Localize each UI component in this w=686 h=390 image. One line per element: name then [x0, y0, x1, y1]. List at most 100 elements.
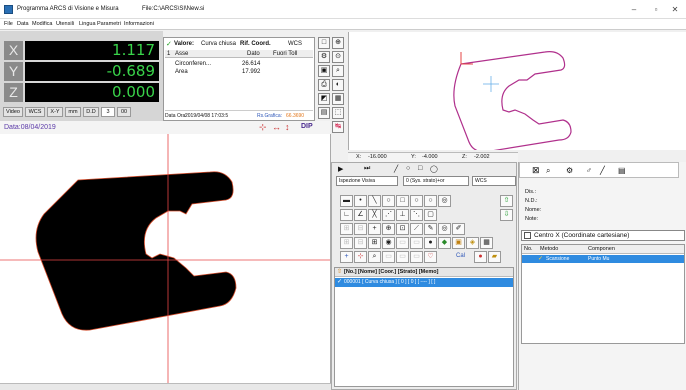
table-row[interactable]: ✓ 000001 [ Curva chiusa ] [ 0 ] [ 0 ] [ …: [335, 278, 513, 287]
step-icon[interactable]: ⏭: [364, 165, 370, 173]
menu-file[interactable]: File: [4, 21, 13, 27]
perp-tool-icon[interactable]: ⊥: [396, 209, 409, 221]
line-icon[interactable]: ╱: [394, 165, 398, 173]
measure-width-icon[interactable]: ↔: [272, 122, 281, 132]
measure-icon[interactable]: ⊙: [332, 51, 344, 63]
zoom-icon[interactable]: ⌕: [546, 166, 550, 176]
color-tool-icon[interactable]: ▣: [452, 237, 465, 249]
units-button[interactable]: mm: [65, 107, 81, 117]
pen-tool-icon[interactable]: ✎: [424, 223, 437, 235]
z-axis-label[interactable]: Z: [4, 83, 23, 102]
slash-icon[interactable]: ╱: [600, 166, 605, 175]
menu-informazioni[interactable]: Informazioni: [124, 21, 154, 27]
rect-icon[interactable]: □: [418, 165, 422, 172]
center-x-checkbox[interactable]: [524, 232, 531, 239]
minimize-button[interactable]: –: [626, 4, 642, 15]
menu-lingua[interactable]: Lingua: [79, 21, 96, 27]
calibrate-button[interactable]: Cal: [456, 253, 465, 259]
print-icon[interactable]: ⎙: [318, 79, 330, 91]
edit-tool-icon[interactable]: ✐: [452, 223, 465, 235]
coord-system-select[interactable]: WCS: [472, 176, 516, 186]
shape-tool-icon[interactable]: ◆: [438, 237, 451, 249]
dist-tool-icon[interactable]: ⋱: [410, 209, 423, 221]
dot2-tool-icon[interactable]: ●: [424, 237, 437, 249]
center-tool-icon[interactable]: ⊕: [382, 223, 395, 235]
cross-tool-icon[interactable]: ╳: [368, 209, 381, 221]
x-axis-label[interactable]: X: [4, 41, 23, 60]
ellipse-tool-icon[interactable]: ○: [424, 195, 437, 207]
new-icon[interactable]: □: [318, 37, 330, 49]
play-icon[interactable]: ▶: [338, 165, 343, 173]
crosshair-icon[interactable]: ⊹: [259, 122, 267, 133]
rect-tool-icon[interactable]: □: [396, 195, 409, 207]
tools-icon[interactable]: ⚙: [318, 51, 330, 63]
dip-button[interactable]: DIP: [301, 123, 313, 130]
line-tool-icon[interactable]: ▬: [340, 195, 353, 207]
heart-tool-icon[interactable]: ♡: [424, 251, 437, 263]
zoom-icon[interactable]: ⌕: [332, 65, 344, 77]
y-axis-label[interactable]: Y: [4, 62, 23, 81]
box-tool-icon[interactable]: ⊡: [396, 223, 409, 235]
inspection-mode-select[interactable]: Ispezione Visiva: [336, 176, 398, 186]
camera-icon[interactable]: ◩: [318, 93, 330, 105]
table-icon[interactable]: ▤: [618, 166, 626, 175]
target-tool-icon[interactable]: ◎: [438, 223, 451, 235]
decimals-select[interactable]: 3: [101, 107, 115, 117]
video-button[interactable]: Video: [3, 107, 23, 117]
angle2-tool-icon[interactable]: ∠: [354, 209, 367, 221]
point-tool-icon[interactable]: •: [354, 195, 367, 207]
menu-parametri[interactable]: Parametri: [97, 21, 121, 27]
grid-icon[interactable]: ▦: [332, 93, 344, 105]
target-icon[interactable]: ⊕: [332, 37, 344, 49]
tolerance-icon[interactable]: ↹: [332, 121, 344, 133]
settings-icon[interactable]: ⚙: [566, 166, 573, 175]
video-view[interactable]: [0, 134, 331, 390]
ring-tool-icon[interactable]: ◎: [438, 195, 451, 207]
origin-icon[interactable]: ⊹: [354, 251, 367, 263]
coord-z-label: Z:: [462, 154, 467, 160]
inspection-mode-value: Ispezione Visiva: [339, 178, 376, 184]
fill-tool-icon[interactable]: ◉: [382, 237, 395, 249]
menu-modifica[interactable]: Modifica: [32, 21, 52, 27]
zero-button[interactable]: 00: [117, 107, 131, 117]
grid-tool-icon[interactable]: ⊞: [368, 237, 381, 249]
layer-select[interactable]: 0 (Sys. strato)+or: [403, 176, 469, 186]
close-button[interactable]: ✕: [667, 4, 683, 15]
export-icon[interactable]: ⬚: [332, 107, 344, 119]
frame-icon[interactable]: ⊠: [532, 165, 540, 176]
light-tool-icon[interactable]: ◈: [466, 237, 479, 249]
dd-button[interactable]: D.D: [83, 107, 99, 117]
save-icon[interactable]: ▣: [318, 65, 330, 77]
node-icon[interactable]: ♂: [586, 166, 592, 175]
light-icon[interactable]: ◐: [332, 79, 344, 91]
list-item[interactable]: ✓ Scansione Punto Mu: [522, 255, 684, 263]
circle-tool-icon[interactable]: ○: [382, 195, 395, 207]
menu-utensili[interactable]: Utensili: [56, 21, 74, 27]
add-icon[interactable]: +: [340, 251, 353, 263]
circle-icon[interactable]: ○: [406, 165, 410, 172]
menu-data[interactable]: Data: [17, 21, 29, 27]
chart-icon[interactable]: ▤: [318, 107, 330, 119]
angle-tool-icon[interactable]: ∟: [340, 209, 353, 221]
sort-icon[interactable]: ⇧: [337, 268, 342, 275]
plus-tool-icon[interactable]: +: [368, 223, 381, 235]
xy-button[interactable]: X-Y: [47, 107, 63, 117]
search-icon[interactable]: ⌕: [368, 251, 381, 263]
rect2-tool-icon[interactable]: ▢: [424, 209, 437, 221]
ellipse-icon[interactable]: ◯: [430, 165, 438, 173]
down-arrow-icon[interactable]: ⇩: [500, 209, 513, 221]
center-x-row[interactable]: Centro X (Coordinate cartesiane): [521, 230, 685, 241]
dot-tool-icon[interactable]: ⋰: [382, 209, 395, 221]
diag-tool-icon[interactable]: ⟋: [410, 223, 423, 235]
wcs-button[interactable]: WCS: [25, 107, 45, 117]
measure-height-icon[interactable]: ↕: [285, 122, 290, 132]
record-icon[interactable]: ●: [474, 251, 487, 263]
maximize-button[interactable]: ▫: [648, 4, 664, 15]
pattern-tool-icon[interactable]: ▦: [480, 237, 493, 249]
up-arrow-icon[interactable]: ⇧: [500, 195, 513, 207]
graphic-view[interactable]: [348, 32, 686, 153]
folder-icon[interactable]: ▰: [488, 251, 501, 263]
slant-tool-icon[interactable]: ╲: [368, 195, 381, 207]
coord-bar: X: -16.000 Y: -4.000 Z: -2.002: [348, 152, 518, 162]
arc-tool-icon[interactable]: ○: [410, 195, 423, 207]
